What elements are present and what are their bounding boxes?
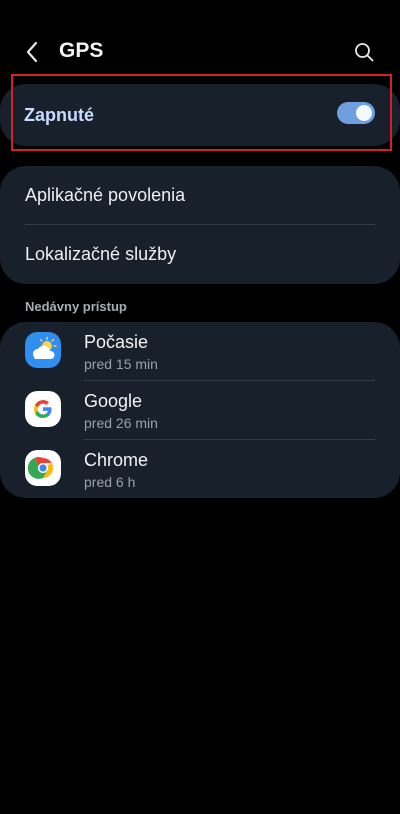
menu-item-label: Aplikačné povolenia — [25, 185, 186, 205]
app-access-time: pred 26 min — [84, 415, 158, 431]
search-button[interactable] — [348, 36, 380, 68]
location-toggle-label: Zapnuté — [24, 105, 94, 125]
settings-menu-card: Aplikačné povolenia Lokalizačné služby — [0, 166, 400, 284]
weather-icon — [25, 332, 61, 368]
chrome-icon — [25, 450, 61, 486]
list-item-weather[interactable]: Počasie pred 15 min — [0, 322, 400, 380]
app-name: Počasie — [84, 332, 149, 352]
menu-item-label: Lokalizačné služby — [25, 244, 177, 264]
back-arrow-icon — [26, 41, 38, 63]
location-toggle-row[interactable]: Zapnuté — [0, 84, 400, 146]
page-title: GPS — [59, 39, 104, 62]
app-access-time: pred 15 min — [84, 356, 158, 372]
list-item-google[interactable]: Google pred 26 min — [0, 381, 400, 439]
app-header: GPS — [0, 28, 400, 74]
location-switch[interactable] — [337, 102, 375, 124]
switch-knob — [356, 105, 372, 121]
google-icon — [25, 391, 61, 427]
search-icon — [355, 43, 374, 62]
back-button[interactable] — [16, 36, 48, 68]
menu-item-app-permissions[interactable]: Aplikačné povolenia — [0, 166, 400, 224]
section-title-recent-access: Nedávny prístup — [25, 299, 127, 314]
recent-apps-card: Počasie pred 15 min Google pred 26 min C… — [0, 322, 400, 498]
app-access-time: pred 6 h — [84, 474, 136, 490]
app-name: Google — [84, 391, 143, 411]
menu-item-location-services[interactable]: Lokalizačné služby — [0, 225, 400, 283]
list-item-chrome[interactable]: Chrome pred 6 h — [0, 440, 400, 498]
app-name: Chrome — [84, 450, 149, 470]
